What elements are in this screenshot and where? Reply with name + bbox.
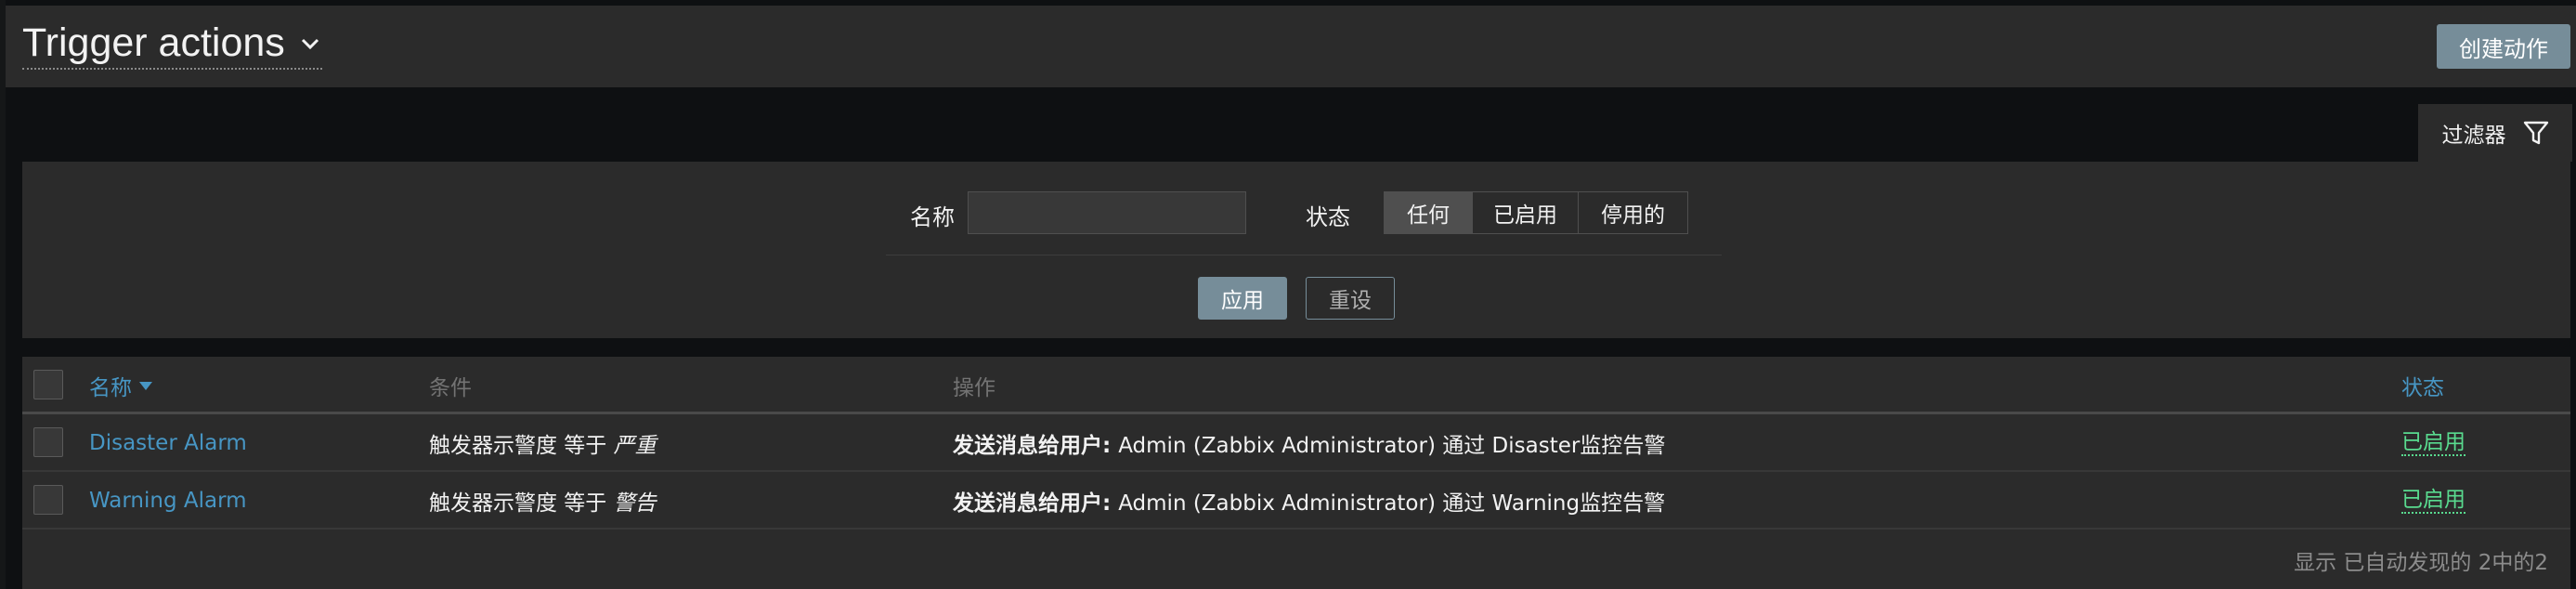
operation-label: 发送消息给用户:: [953, 491, 1119, 516]
page-header: Trigger actions 创建动作: [6, 6, 2576, 87]
status-option-any[interactable]: 任何: [1385, 192, 1472, 233]
column-header-name-label: 名称: [89, 376, 132, 400]
condition-text: 触发器示警度 等于: [429, 434, 614, 458]
select-all-checkbox[interactable]: [33, 370, 63, 399]
filter-tab[interactable]: 过滤器: [2418, 104, 2572, 162]
status-toggle-link[interactable]: 已启用: [2401, 430, 2465, 457]
column-header-operations: 操作: [953, 376, 995, 400]
condition-value: 严重: [613, 434, 657, 458]
action-name-link[interactable]: Warning Alarm: [89, 472, 247, 530]
column-header-name[interactable]: 名称: [89, 357, 152, 414]
chevron-down-icon: [301, 38, 319, 49]
status-segmented-control: 任何 已启用 停用的: [1384, 191, 1688, 234]
operation-cell: 发送消息给用户: Admin (Zabbix Administrator) 通过…: [953, 414, 1665, 472]
status-toggle-link[interactable]: 已启用: [2401, 488, 2465, 515]
status-cell: 已启用: [2401, 414, 2465, 472]
action-name-link[interactable]: Disaster Alarm: [89, 414, 247, 472]
column-header-status[interactable]: 状态: [2401, 357, 2444, 414]
actions-table: 名称 条件 操作 状态 Disaster Alarm 触发器示警度 等于 严重 …: [22, 357, 2570, 589]
sort-down-icon: [139, 381, 152, 390]
page-title: Trigger actions: [22, 20, 285, 65]
row-checkbox[interactable]: [33, 427, 63, 457]
table-row: Disaster Alarm 触发器示警度 等于 严重 发送消息给用户: Adm…: [22, 414, 2570, 472]
status-option-enabled[interactable]: 已启用: [1472, 192, 1578, 233]
table-header-row: 名称 条件 操作 状态: [22, 357, 2570, 414]
operation-label: 发送消息给用户:: [953, 434, 1119, 458]
left-edge: [0, 0, 6, 589]
condition-cell: 触发器示警度 等于 警告: [429, 472, 657, 530]
condition-text: 触发器示警度 等于: [429, 491, 614, 516]
status-filter-label: 状态: [1306, 204, 1350, 230]
table-footer-count: 显示 已自动发现的 2中的2: [2294, 551, 2548, 575]
filter-icon: [2523, 121, 2548, 145]
status-cell: 已启用: [2401, 472, 2465, 530]
apply-button[interactable]: 应用: [1198, 277, 1287, 320]
condition-cell: 触发器示警度 等于 严重: [429, 414, 657, 472]
name-filter-label: 名称: [910, 204, 955, 230]
reset-button[interactable]: 重设: [1306, 277, 1395, 320]
operation-cell: 发送消息给用户: Admin (Zabbix Administrator) 通过…: [953, 472, 1665, 530]
status-option-disabled[interactable]: 停用的: [1578, 192, 1687, 233]
operation-text: Admin (Zabbix Administrator) 通过 Disaster…: [1118, 434, 1666, 458]
filter-panel: 名称 状态 任何 已启用 停用的 应用 重设: [22, 162, 2570, 338]
operation-text: Admin (Zabbix Administrator) 通过 Warning监…: [1118, 491, 1666, 516]
table-row: Warning Alarm 触发器示警度 等于 警告 发送消息给用户: Admi…: [22, 472, 2570, 530]
condition-value: 警告: [613, 491, 657, 516]
column-header-conditions: 条件: [429, 376, 472, 400]
row-checkbox[interactable]: [33, 485, 63, 515]
name-filter-input[interactable]: [968, 191, 1246, 234]
page-title-dropdown[interactable]: Trigger actions: [22, 20, 322, 70]
create-action-button[interactable]: 创建动作: [2437, 24, 2570, 69]
filter-tab-label: 过滤器: [2441, 124, 2506, 148]
